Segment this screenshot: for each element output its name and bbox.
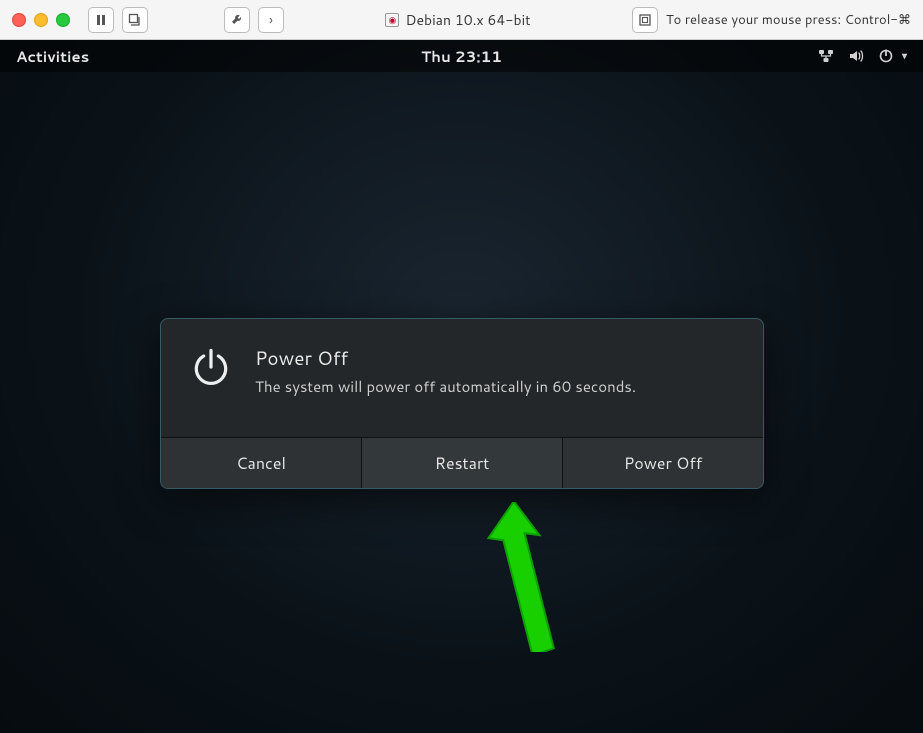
close-window-button[interactable] xyxy=(12,13,26,27)
chrome-next-button[interactable]: › xyxy=(258,7,284,33)
power-off-button[interactable]: Power Off xyxy=(563,438,763,488)
vm-title: Debian 10.x 64-bit xyxy=(405,10,530,30)
power-off-icon xyxy=(189,345,233,395)
release-mouse-hint: To release your mouse press: Control-⌘ xyxy=(666,11,911,29)
activities-button[interactable]: Activities xyxy=(16,46,89,67)
settings-vm-button[interactable] xyxy=(224,7,250,33)
gnome-top-bar: Activities Thu 23:11 ▾ xyxy=(0,40,923,72)
dialog-message: The system will power off automatically … xyxy=(255,376,636,397)
chevron-down-icon: ▾ xyxy=(902,49,907,63)
system-tray[interactable]: ▾ xyxy=(818,48,907,64)
dialog-title: Power Off xyxy=(255,345,636,372)
vm-desktop: Activities Thu 23:11 ▾ Power Off The sys… xyxy=(0,40,923,733)
volume-icon xyxy=(848,48,864,64)
clock[interactable]: Thu 23:11 xyxy=(421,46,502,67)
dialog-text: Power Off The system will power off auto… xyxy=(255,345,636,397)
cancel-button[interactable]: Cancel xyxy=(161,438,362,488)
chevron-right-icon: › xyxy=(269,10,273,30)
wrench-icon xyxy=(230,13,244,27)
dialog-body: Power Off The system will power off auto… xyxy=(161,319,763,437)
snapshot-icon xyxy=(128,13,142,27)
chrome-right-area: To release your mouse press: Control-⌘ xyxy=(632,7,911,33)
vm-title-area: ◉ Debian 10.x 64-bit xyxy=(292,10,624,30)
snapshot-vm-button[interactable] xyxy=(122,7,148,33)
power-icon xyxy=(878,48,894,64)
annotation-arrow xyxy=(474,502,584,652)
pause-vm-button[interactable] xyxy=(88,7,114,33)
network-icon xyxy=(818,48,834,64)
fullscreen-vm-button[interactable] xyxy=(632,7,658,33)
minimize-window-button[interactable] xyxy=(34,13,48,27)
restart-button[interactable]: Restart xyxy=(362,438,563,488)
window-traffic-lights xyxy=(12,13,70,27)
debian-icon: ◉ xyxy=(385,13,399,27)
fullscreen-icon xyxy=(638,13,652,27)
power-off-dialog: Power Off The system will power off auto… xyxy=(160,318,764,489)
maximize-window-button[interactable] xyxy=(56,13,70,27)
vm-window-chrome: › ◉ Debian 10.x 64-bit To release your m… xyxy=(0,0,923,40)
dialog-button-row: Cancel Restart Power Off xyxy=(161,437,763,488)
pause-icon xyxy=(95,14,107,26)
